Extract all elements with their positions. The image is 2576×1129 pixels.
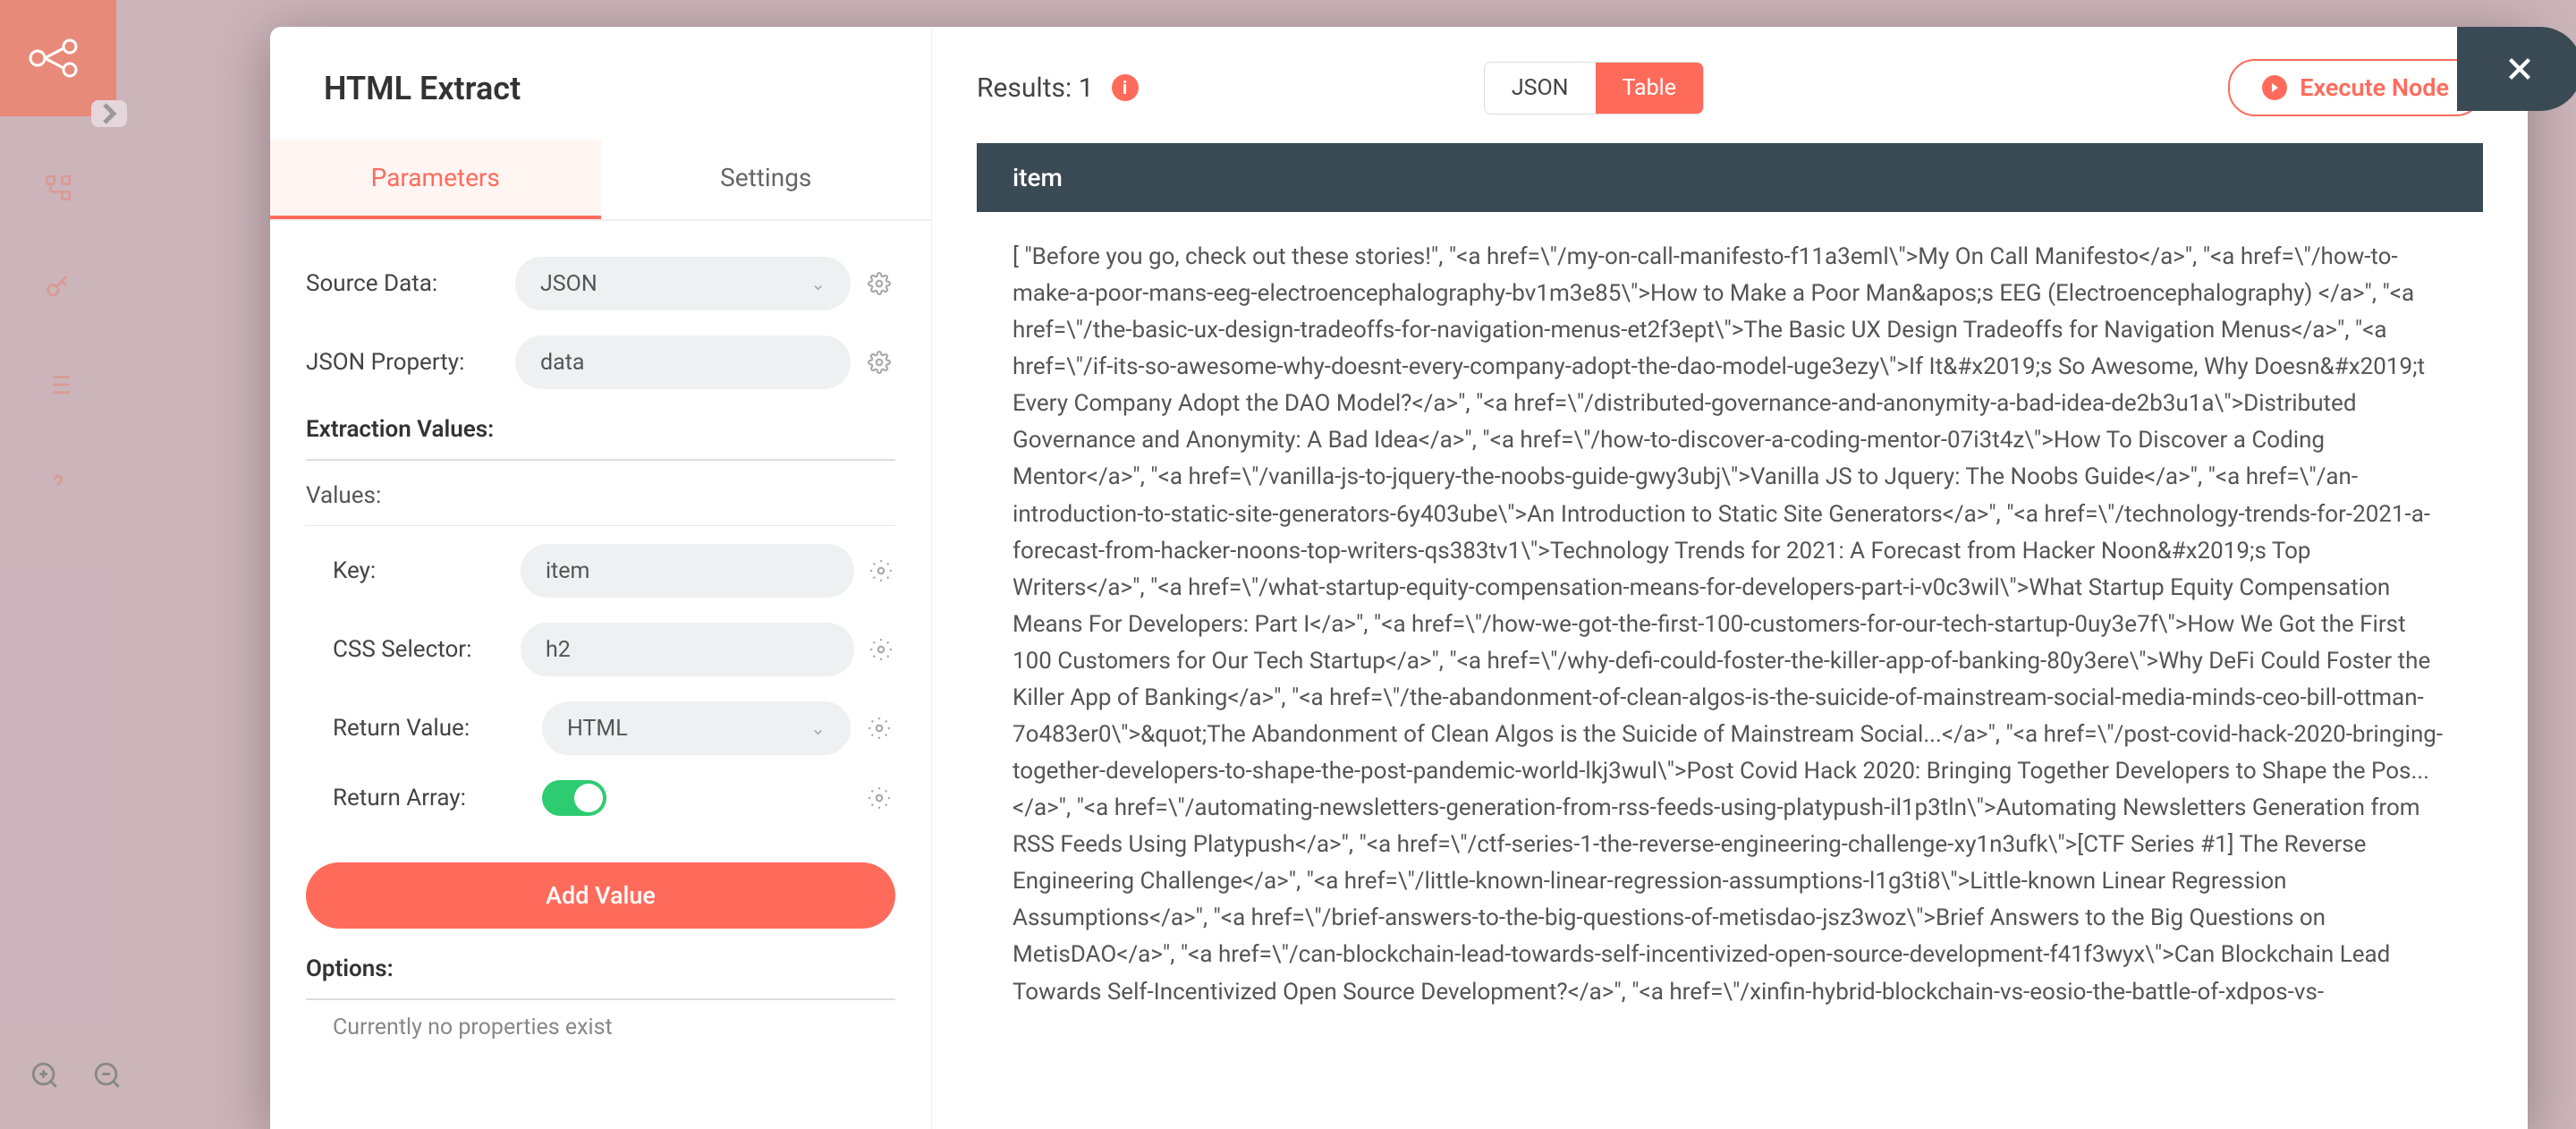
close-button[interactable] xyxy=(2457,27,2576,111)
json-view-button[interactable]: JSON xyxy=(1485,63,1596,114)
extraction-values-header: Extraction Values: xyxy=(306,416,895,461)
values-header: Values: xyxy=(306,482,895,526)
credentials-icon[interactable] xyxy=(40,268,76,304)
source-data-label: Source Data: xyxy=(306,270,503,297)
table-view-button[interactable]: Table xyxy=(1596,63,1704,114)
css-selector-label: CSS Selector: xyxy=(333,636,508,663)
chevron-down-icon: ⌄ xyxy=(810,273,826,294)
info-icon[interactable]: i xyxy=(1112,74,1139,101)
sidebar-expand-icon[interactable] xyxy=(91,100,127,127)
play-icon xyxy=(2262,75,2287,100)
execute-node-button[interactable]: Execute Node xyxy=(2228,59,2483,116)
gear-icon[interactable] xyxy=(867,633,895,666)
return-array-toggle[interactable] xyxy=(542,780,606,816)
gear-icon[interactable] xyxy=(863,712,895,744)
view-toggle: JSON Table xyxy=(1484,62,1704,115)
sidebar-logo[interactable] xyxy=(0,0,116,116)
zoom-in-icon[interactable] xyxy=(27,1057,63,1093)
return-array-label: Return Array: xyxy=(333,785,530,811)
no-properties-text: Currently no properties exist xyxy=(306,1014,895,1040)
parameters-panel: HTML Extract Parameters Settings Source … xyxy=(270,27,932,1129)
node-modal: HTML Extract Parameters Settings Source … xyxy=(270,27,2528,1129)
gear-icon[interactable] xyxy=(863,346,895,378)
help-icon[interactable] xyxy=(40,465,76,501)
key-label: Key: xyxy=(333,557,508,584)
key-input[interactable] xyxy=(521,544,854,598)
css-selector-input[interactable] xyxy=(521,623,854,676)
source-data-select[interactable]: JSON ⌄ xyxy=(515,257,851,310)
table-column-header: item xyxy=(977,143,2483,212)
executions-icon[interactable] xyxy=(40,367,76,403)
results-count: Results: 1 xyxy=(977,72,1094,104)
tabs: Parameters Settings xyxy=(270,140,931,221)
zoom-controls xyxy=(27,1057,125,1093)
sidebar xyxy=(0,0,116,1129)
results-panel: Results: 1 i JSON Table Execute Node ite… xyxy=(932,27,2528,1129)
tab-parameters[interactable]: Parameters xyxy=(270,140,601,219)
workflows-icon[interactable] xyxy=(40,170,76,206)
add-value-button[interactable]: Add Value xyxy=(306,862,895,929)
return-value-select[interactable]: HTML ⌄ xyxy=(542,701,851,755)
node-title: HTML Extract xyxy=(270,27,931,140)
gear-icon[interactable] xyxy=(863,782,895,814)
options-header: Options: xyxy=(306,955,895,1000)
zoom-out-icon[interactable] xyxy=(89,1057,125,1093)
json-property-input[interactable] xyxy=(515,335,851,389)
gear-icon[interactable] xyxy=(867,555,895,587)
chevron-down-icon: ⌄ xyxy=(810,717,826,739)
json-property-label: JSON Property: xyxy=(306,349,503,376)
tab-settings[interactable]: Settings xyxy=(601,140,932,219)
gear-icon[interactable] xyxy=(863,267,895,300)
table-cell-content: [ "Before you go, check out these storie… xyxy=(977,212,2483,1097)
return-value-label: Return Value: xyxy=(333,715,530,742)
